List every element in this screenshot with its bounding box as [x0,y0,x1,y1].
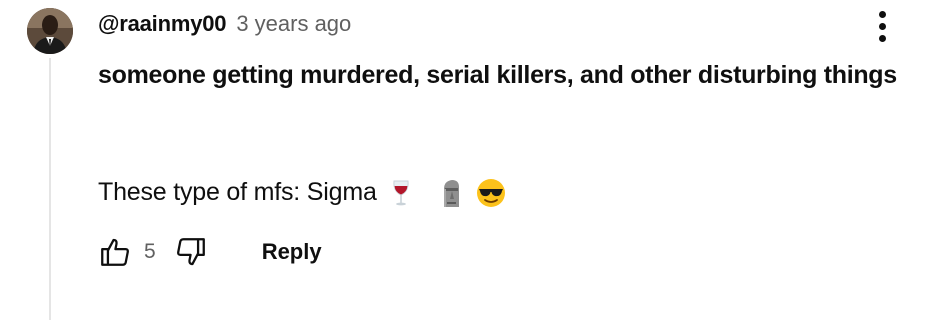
thread-line [49,58,51,320]
like-button[interactable] [96,233,134,271]
sunglasses-face-icon [476,178,505,207]
author-name[interactable]: @raainmy00 [98,11,227,37]
reply-button[interactable]: Reply [262,239,322,265]
comment-header: @raainmy00 3 years ago [98,11,351,41]
more-vert-icon [878,10,886,18]
timestamp[interactable]: 3 years ago [236,11,351,37]
avatar[interactable] [27,8,73,54]
dislike-button[interactable] [172,233,210,271]
avatar-image [27,8,73,54]
comment-text: someone getting murdered, serial killers… [98,56,898,207]
comment-text-line-2: These type of mfs: Sigma [98,178,377,206]
moai-icon [443,179,459,207]
thumbs-down-icon [176,238,205,266]
wine-glass-icon [393,180,409,205]
thumbs-up-icon [101,238,129,266]
comment-text-line-1: someone getting murdered, serial killers… [98,61,897,89]
more-actions-button[interactable] [866,6,898,46]
comment-text-line-2-row: These type of mfs: Sigma [98,173,507,212]
comment-actions: 5 Reply [96,230,322,274]
like-count: 5 [144,240,156,263]
